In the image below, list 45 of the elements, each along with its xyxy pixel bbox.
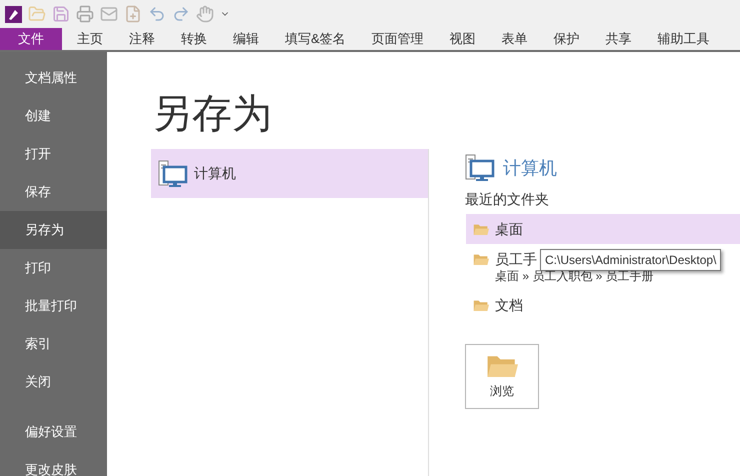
ribbon-tab[interactable]: 页面管理 <box>358 28 437 50</box>
sidebar-item[interactable]: 保存 <box>0 173 107 211</box>
folder-item[interactable]: 文档 <box>466 290 740 320</box>
redo-icon[interactable] <box>172 5 190 23</box>
page-title: 另存为 <box>151 90 272 139</box>
tooltip: C:\Users\Administrator\Desktop\ <box>540 249 722 271</box>
computer-icon <box>465 154 495 182</box>
ribbon-tab[interactable]: 注释 <box>116 28 168 50</box>
ribbon-tab[interactable]: 共享 <box>592 28 645 50</box>
open-icon[interactable] <box>28 5 46 23</box>
location-item[interactable]: 计算机 <box>151 149 428 198</box>
sidebar-item[interactable]: 关闭 <box>0 363 107 401</box>
sidebar-item[interactable]: 更改皮肤 <box>0 451 107 476</box>
sidebar-item[interactable]: 索引 <box>0 325 107 363</box>
browse-button[interactable]: 浏览 <box>465 344 539 409</box>
folder-icon <box>473 299 489 312</box>
hand-icon[interactable] <box>196 5 214 23</box>
app-logo-icon[interactable] <box>5 6 22 22</box>
ribbon-tab[interactable]: 表单 <box>488 28 541 50</box>
computer-icon <box>158 160 188 188</box>
new-file-icon[interactable] <box>124 5 142 23</box>
ribbon-tab[interactable]: 辅助工具 <box>644 28 723 50</box>
sidebar-item[interactable]: 打印 <box>0 249 107 287</box>
ribbon-tab[interactable]: 转换 <box>168 28 220 50</box>
folder-item[interactable]: 桌面 <box>466 214 740 244</box>
ribbon-tab[interactable]: 保护 <box>540 28 593 50</box>
sidebar-item[interactable]: 创建 <box>0 97 107 135</box>
ribbon-tab[interactable]: 编辑 <box>220 28 272 50</box>
sidebar-item[interactable]: 打开 <box>0 135 107 173</box>
ribbon-tab[interactable]: 视图 <box>436 28 489 50</box>
print-icon[interactable] <box>76 5 94 23</box>
sidebar-item[interactable]: 另存为 <box>0 211 107 249</box>
folder-icon <box>473 223 489 236</box>
save-icon[interactable] <box>52 5 70 23</box>
folder-icon <box>473 253 489 266</box>
sidebar-item[interactable]: 文档属性 <box>0 59 107 97</box>
ribbon-tab[interactable]: 主页 <box>64 28 116 50</box>
recent-folders-label: 最近的文件夹 <box>465 190 549 209</box>
section-heading: 计算机 <box>503 156 557 180</box>
undo-icon[interactable] <box>148 5 166 23</box>
ribbon-tab[interactable]: 填写&签名 <box>272 28 359 50</box>
sidebar-item[interactable]: 偏好设置 <box>0 413 107 451</box>
sidebar-item[interactable]: 批量打印 <box>0 287 107 325</box>
mail-icon[interactable] <box>100 5 118 23</box>
ribbon-tab[interactable]: 文件 <box>0 28 62 50</box>
